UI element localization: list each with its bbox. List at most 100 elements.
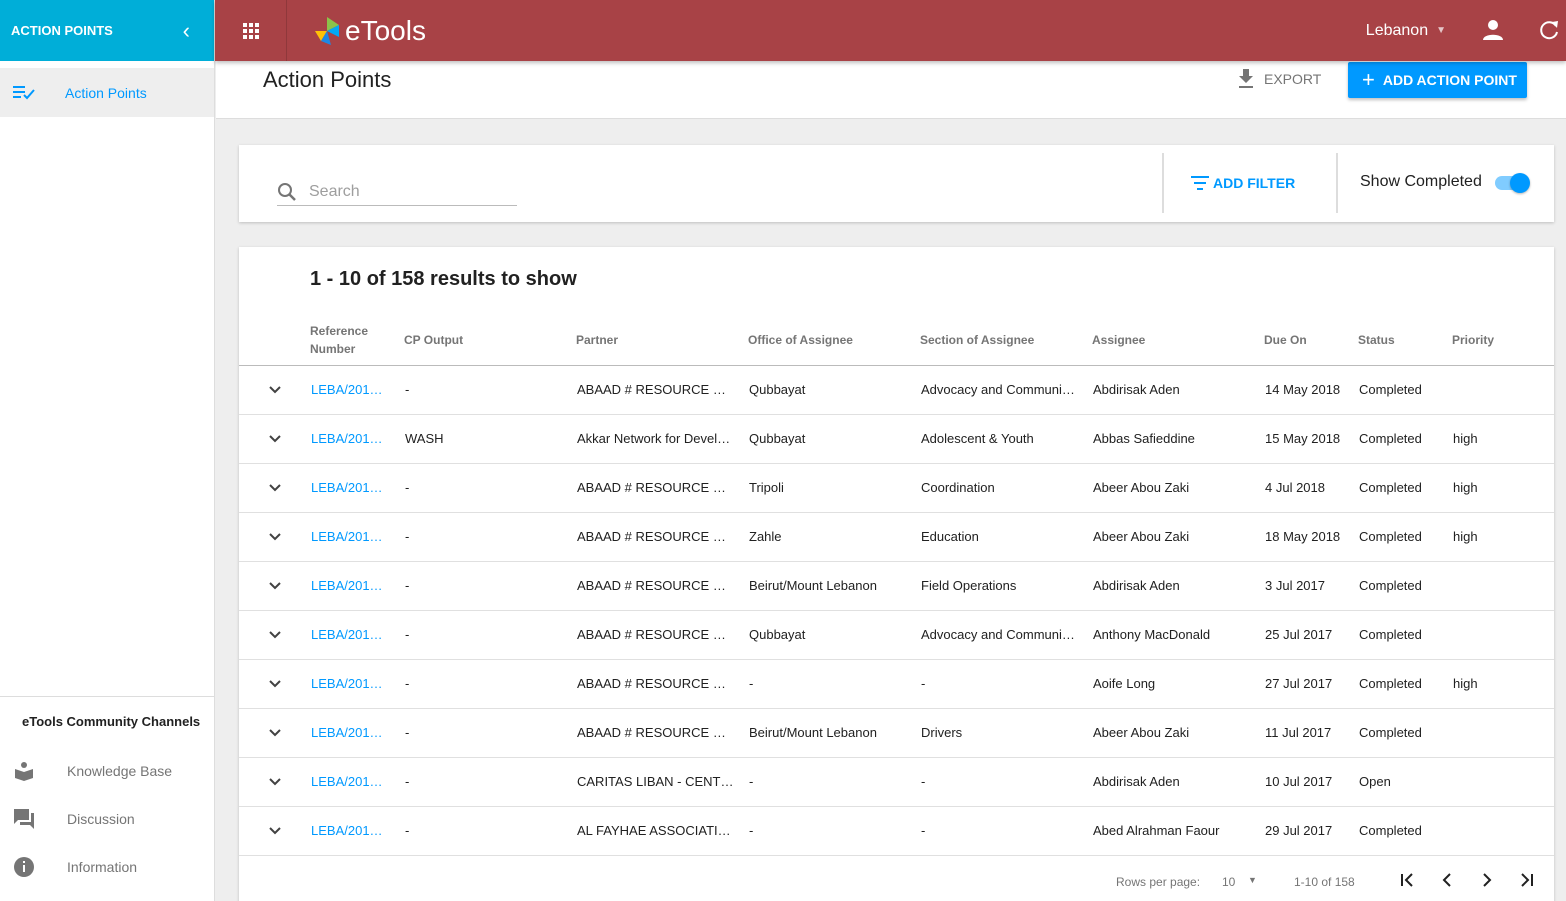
reference-link[interactable]: LEBA/2018/7/APD xyxy=(311,660,389,708)
column-header-partner[interactable]: Partner xyxy=(576,331,618,349)
show-completed-toggle[interactable] xyxy=(1495,173,1530,193)
download-icon xyxy=(1239,69,1253,88)
column-header-due-on[interactable]: Due On xyxy=(1264,331,1307,349)
cell-priority: high xyxy=(1453,676,1478,691)
reference-link[interactable]: LEBA/2018/9/APD xyxy=(311,758,389,806)
reference-link[interactable]: LEBA/2018/10/APD xyxy=(311,807,389,855)
cell-due-on: 18 May 2018 xyxy=(1265,529,1341,544)
table-row: LEBA/2018/1/APD - ABAAD # RESOURCE CENTER … xyxy=(239,366,1554,415)
column-header-office[interactable]: Office of Assignee xyxy=(748,331,853,349)
cell-section: Advocacy and Communication xyxy=(921,382,1079,397)
reference-link[interactable]: LEBA/2018/6/APD xyxy=(311,611,389,659)
sidebar-title: ACTION POINTS xyxy=(11,23,113,38)
rows-per-page-label: Rows per page: xyxy=(1116,875,1201,889)
expand-row-icon[interactable] xyxy=(268,530,282,547)
table-row: LEBA/2018/10/APD-AL FAYHAE ASSOCIATION--… xyxy=(239,807,1554,856)
sidebar-item-action-points[interactable]: Action Points xyxy=(0,68,214,117)
cell-status: Completed xyxy=(1359,823,1422,838)
expand-row-icon[interactable] xyxy=(268,383,282,400)
community-channels: eTools Community Channels Knowledge Base… xyxy=(0,696,215,891)
cell-office: Qubbayat xyxy=(749,431,806,446)
cell-priority xyxy=(1453,807,1543,855)
cell-due-on: 27 Jul 2017 xyxy=(1265,676,1333,691)
results-table-card: 1 - 10 of 158 results to show Reference … xyxy=(239,247,1554,901)
expand-row-icon[interactable] xyxy=(268,677,282,694)
etools-logo: eTools xyxy=(311,15,426,47)
sidebar-link-information[interactable]: Information xyxy=(0,843,215,891)
next-page-icon[interactable] xyxy=(1478,871,1496,892)
reference-link[interactable]: LEBA/2018/3/APD xyxy=(311,464,389,512)
reference-link[interactable]: LEBA/2018/2/APD xyxy=(311,415,389,463)
cell-due-on: 15 May 2018 xyxy=(1265,431,1341,446)
column-header-section[interactable]: Section of Assignee xyxy=(920,331,1034,349)
expand-row-icon[interactable] xyxy=(268,824,282,841)
logo-text: eTools xyxy=(345,14,426,46)
sidebar-link-label: Discussion xyxy=(67,811,135,827)
expand-row-icon[interactable] xyxy=(268,579,282,596)
cell-cp-output: WASH xyxy=(405,431,444,446)
dropdown-caret-icon[interactable]: ▼ xyxy=(1248,875,1257,885)
expand-row-icon[interactable] xyxy=(268,775,282,792)
cell-due-on: 11 Jul 2017 xyxy=(1265,725,1332,740)
sidebar: ACTION POINTS ‹ Action Points eTools Com… xyxy=(0,0,215,901)
column-header-status[interactable]: Status xyxy=(1358,331,1395,349)
first-page-icon[interactable] xyxy=(1398,871,1416,892)
refresh-icon[interactable] xyxy=(1538,19,1560,46)
cell-priority xyxy=(1453,562,1543,610)
cell-cp-output: - xyxy=(405,382,410,397)
country-selector[interactable]: Lebanon ▼ xyxy=(1366,0,1446,61)
cell-partner: Akkar Network for Development xyxy=(577,431,735,446)
column-header-priority[interactable]: Priority xyxy=(1452,331,1494,349)
cell-priority xyxy=(1453,758,1543,806)
add-filter-button[interactable]: ADD FILTER xyxy=(1191,175,1295,191)
apps-menu-icon[interactable] xyxy=(215,0,287,61)
previous-page-icon[interactable] xyxy=(1438,871,1456,892)
cell-section: Field Operations xyxy=(921,578,1017,593)
column-header-cp-output[interactable]: CP Output xyxy=(404,331,463,349)
cell-priority: high xyxy=(1453,529,1478,544)
cell-office: Qubbayat xyxy=(749,627,806,642)
cell-priority xyxy=(1453,709,1543,757)
search-input[interactable] xyxy=(309,182,499,201)
reference-link[interactable]: LEBA/2018/4/APD xyxy=(311,513,389,561)
cell-status: Completed xyxy=(1359,431,1422,446)
cell-cp-output: - xyxy=(405,627,410,642)
cell-cp-output: - xyxy=(405,578,410,593)
add-action-point-button[interactable]: + ADD ACTION POINT xyxy=(1348,62,1527,98)
cell-status: Completed xyxy=(1359,480,1422,495)
last-page-icon[interactable] xyxy=(1518,871,1536,892)
reference-link[interactable]: LEBA/2018/8/APD xyxy=(311,709,389,757)
cell-status: Completed xyxy=(1359,382,1422,397)
cell-status: Completed xyxy=(1359,627,1422,642)
cell-partner: ABAAD # RESOURCE CENTER FOR GENDER EQUAL… xyxy=(577,382,735,397)
cell-priority xyxy=(1453,366,1543,414)
filter-panel: ADD FILTER Show Completed xyxy=(239,145,1554,222)
reference-link[interactable]: LEBA/2018/1/APD xyxy=(311,366,389,414)
cell-partner: ABAAD # RESOURCE CENTER FOR GENDER EQUAL… xyxy=(577,578,735,593)
sidebar-link-discussion[interactable]: Discussion xyxy=(0,795,215,843)
cell-assignee: Abdirisak Aden xyxy=(1093,382,1180,397)
reference-link[interactable]: LEBA/2018/5/APD xyxy=(311,562,389,610)
cell-assignee: Abeer Abou Zaki xyxy=(1093,529,1190,544)
cell-office: Zahle xyxy=(749,529,782,544)
expand-row-icon[interactable] xyxy=(268,628,282,645)
cell-office: Qubbayat xyxy=(749,382,806,397)
export-button[interactable]: EXPORT xyxy=(1238,69,1321,89)
collapse-sidebar-icon[interactable]: ‹ xyxy=(183,19,190,42)
table-row: LEBA/2018/9/APD-CARITAS LIBAN - CENTRE D… xyxy=(239,758,1554,807)
expand-row-icon[interactable] xyxy=(268,432,282,449)
column-header-reference[interactable]: Reference Number xyxy=(310,322,368,358)
expand-row-icon[interactable] xyxy=(268,481,282,498)
cell-status: Open xyxy=(1359,774,1391,789)
sidebar-link-knowledge-base[interactable]: Knowledge Base xyxy=(0,747,215,795)
toggle-knob xyxy=(1510,173,1530,193)
column-header-assignee[interactable]: Assignee xyxy=(1092,331,1145,349)
cell-due-on: 29 Jul 2017 xyxy=(1265,823,1333,838)
cell-cp-output: - xyxy=(405,823,410,838)
user-profile-icon[interactable] xyxy=(1482,19,1504,46)
expand-row-icon[interactable] xyxy=(268,726,282,743)
rows-per-page-select[interactable]: 10 xyxy=(1222,875,1235,889)
cell-priority: high xyxy=(1453,431,1478,446)
cell-status: Completed xyxy=(1359,529,1422,544)
cell-partner: CARITAS LIBAN - CENTRE DES MIGRANTS xyxy=(577,774,735,789)
